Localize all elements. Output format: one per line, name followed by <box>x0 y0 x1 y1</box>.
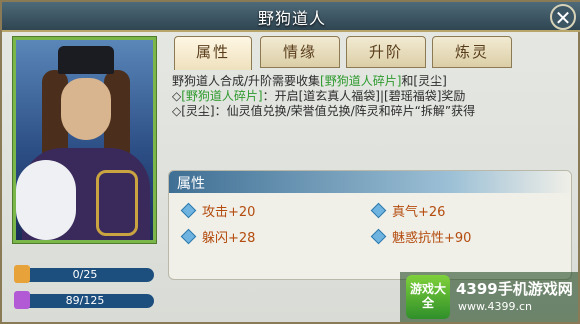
attribute-item: 真气+26 <box>370 201 445 220</box>
spirit-dust-count: 89/125 <box>65 294 105 307</box>
character-portrait-frame <box>12 36 157 244</box>
attributes-panel: 属性 攻击+20 真气+26 躲闪+28 魅惑抗性+90 <box>168 170 572 280</box>
spirit-dust-progress-bar: 89/125 <box>14 291 154 309</box>
tab-upgrade[interactable]: 升阶 <box>346 36 426 68</box>
diamond-icon <box>370 228 387 245</box>
attribute-item: 攻击+20 <box>180 201 255 220</box>
watermark-site-name: 4399手机游戏网 <box>456 280 573 298</box>
tab-refine[interactable]: 炼灵 <box>432 36 512 68</box>
fragment-progress-bar: 0/25 <box>14 265 154 283</box>
diamond-icon <box>180 202 197 219</box>
diamond-icon <box>370 202 387 219</box>
watermark-logo: 游戏大全 <box>406 275 450 319</box>
attribute-item: 躲闪+28 <box>180 227 255 246</box>
attributes-panel-header: 属性 <box>169 171 571 193</box>
fragment-link-2[interactable]: [野狗道人碎片] <box>181 89 262 103</box>
title-bar: 野狗道人 ✕ <box>2 2 580 32</box>
character-portrait <box>16 40 153 240</box>
close-icon[interactable]: ✕ <box>550 4 576 30</box>
tab-bonds[interactable]: 情缘 <box>260 36 340 68</box>
description-line-1: 野狗道人合成/升阶需要收集[野狗道人碎片]和[灵尘] <box>172 74 447 88</box>
tab-attributes[interactable]: 属性 <box>174 36 252 70</box>
watermark-url: www.4399.cn <box>458 300 532 313</box>
window-title: 野狗道人 <box>257 9 326 28</box>
fragment-link[interactable]: [野狗道人碎片] <box>320 74 401 88</box>
fragment-count: 0/25 <box>72 268 98 281</box>
attribute-item: 魅惑抗性+90 <box>370 227 471 246</box>
description: 野狗道人合成/升阶需要收集[野狗道人碎片]和[灵尘] ◇[野狗道人碎片]：开启[… <box>172 74 572 119</box>
description-line-3: ◇[灵尘]：仙灵值兑换/荣誉值兑换/阵灵和碎片“拆解”获得 <box>172 104 476 118</box>
diamond-icon <box>180 228 197 245</box>
watermark: 游戏大全 4399手机游戏网 www.4399.cn <box>400 272 578 322</box>
description-line-2: ◇[野狗道人碎片]：开启[道玄真人福袋]|[碧瑶福袋]奖励 <box>172 89 466 103</box>
attributes-panel-title: 属性 <box>177 176 205 192</box>
character-window: 野狗道人 ✕ 0/25 89/125 属性 情缘 升阶 炼灵 野狗道人合成/升阶… <box>0 0 580 324</box>
